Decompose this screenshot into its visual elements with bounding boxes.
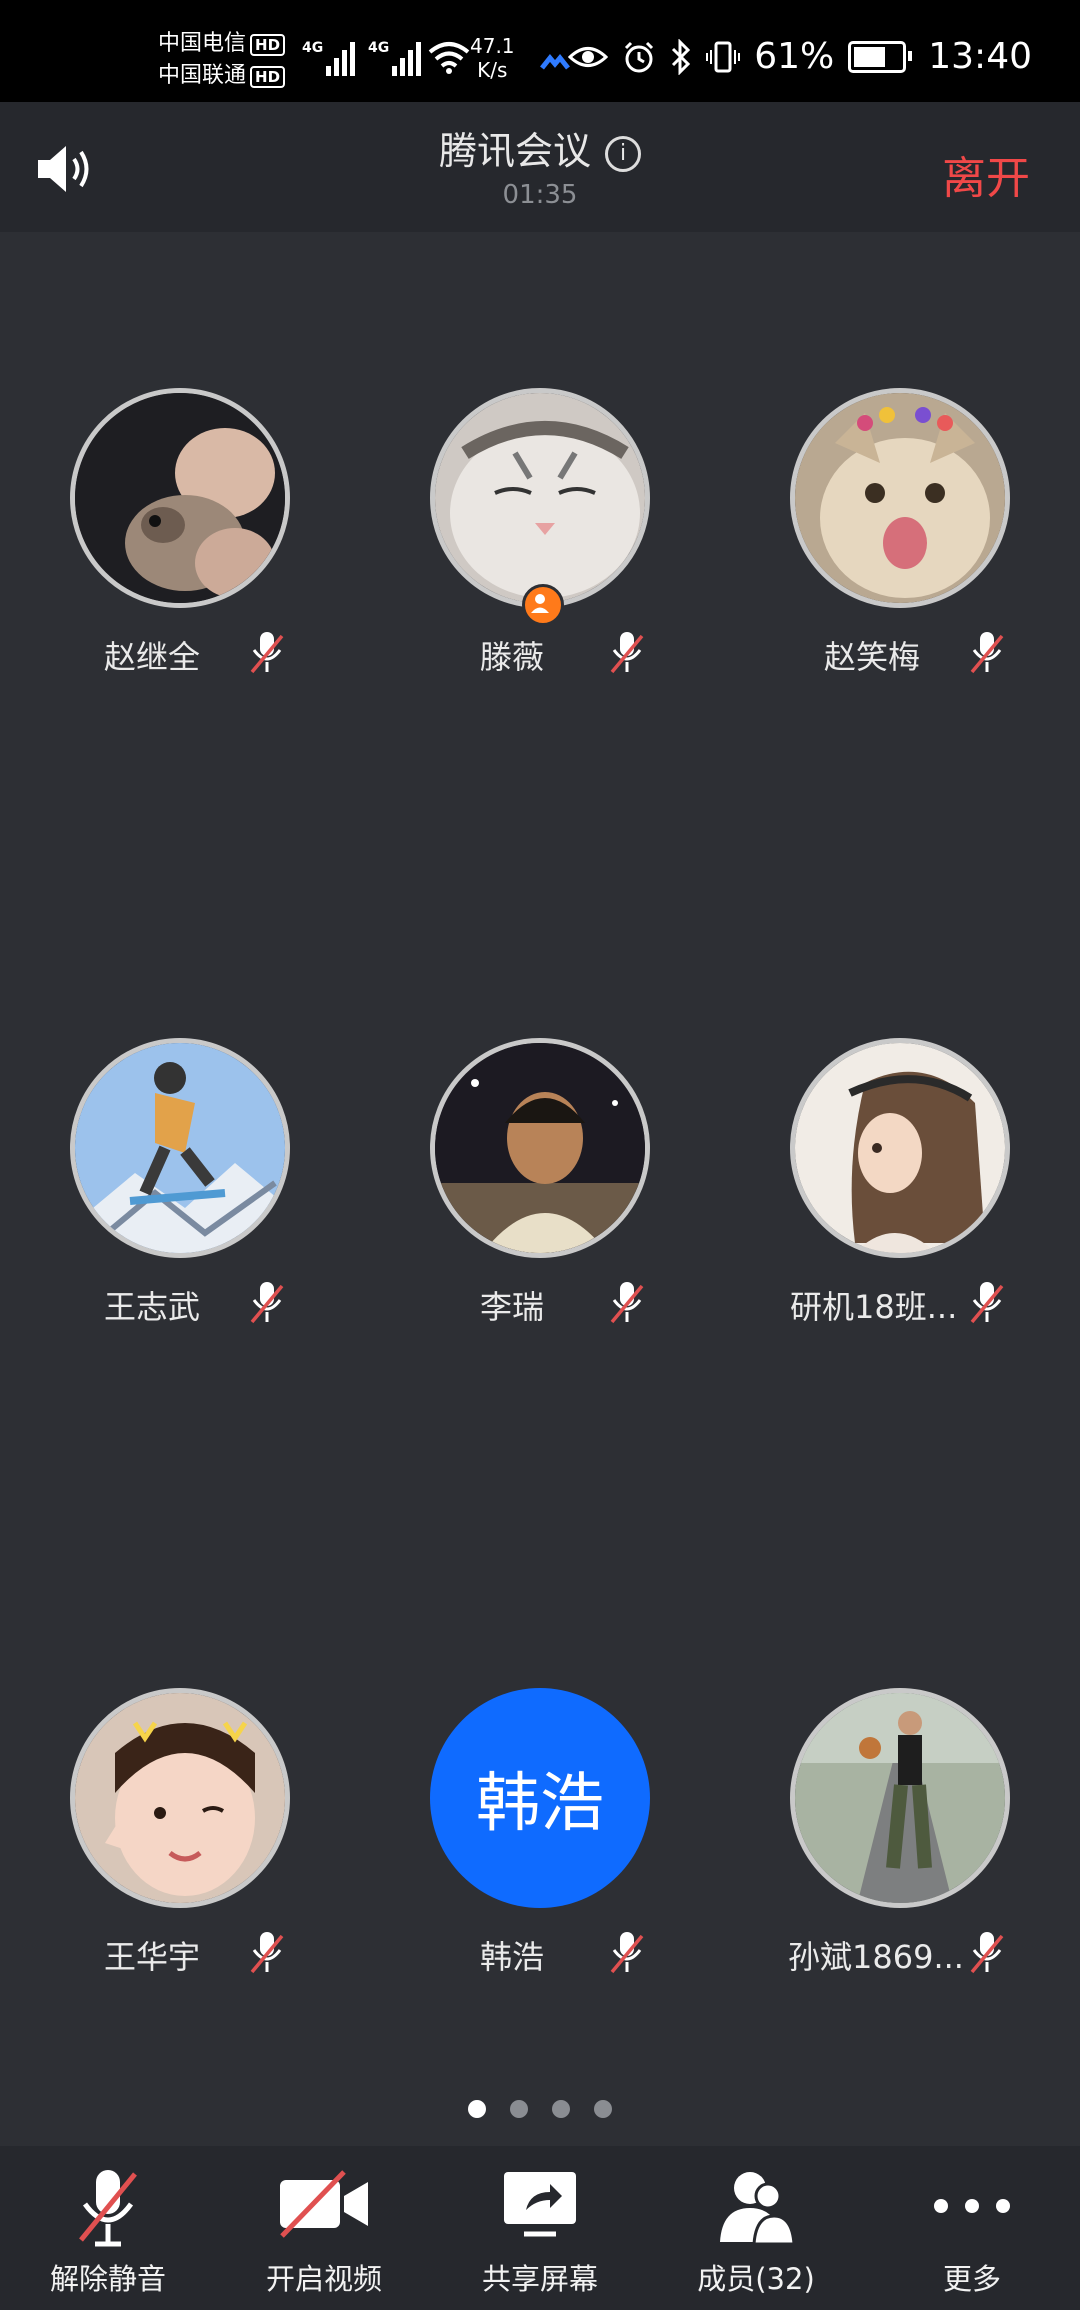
participant-name: 孙斌1869... — [788, 1938, 964, 1976]
participant-tile[interactable]: 王志武 — [0, 1030, 300, 1360]
page-dot[interactable] — [552, 2100, 570, 2118]
leave-button[interactable]: 离开 — [942, 142, 1030, 206]
avatar — [430, 388, 650, 608]
participant-tile[interactable]: 赵笑梅 — [720, 380, 1020, 710]
unmute-label: 解除静音 — [49, 2262, 166, 2296]
unmute-button[interactable]: 解除静音 — [0, 2146, 216, 2310]
participant-tile[interactable]: 李瑞 — [360, 1030, 660, 1360]
meeting-timer: 01:35 — [502, 180, 578, 210]
mic-muted-icon — [610, 632, 644, 674]
participant-name: 李瑞 — [480, 1288, 545, 1326]
mic-muted-icon — [250, 1932, 284, 1974]
mic-muted-icon — [79, 2170, 137, 2247]
network-speed: 47.1 K/s — [470, 34, 515, 82]
members-label: 成员(32) — [697, 2262, 815, 2296]
speed-unit: K/s — [477, 58, 508, 82]
mic-muted-icon — [610, 1932, 644, 1974]
meeting-header: 腾讯会议 i 01:35 离开 — [0, 102, 1080, 232]
signal-icon — [392, 36, 421, 76]
participant-tile[interactable]: 滕薇 — [360, 380, 660, 710]
page-dot-active[interactable] — [468, 2100, 486, 2118]
mic-muted-icon — [250, 632, 284, 674]
participant-tile[interactable]: 研机18班... — [720, 1030, 1020, 1360]
host-badge-icon — [522, 584, 564, 626]
status-right: 61% 13:40 — [568, 36, 1032, 77]
battery-icon — [848, 40, 913, 73]
start-video-label: 开启视频 — [265, 2262, 382, 2296]
clock: 13:40 — [928, 36, 1032, 77]
more-dots-icon — [934, 2199, 1010, 2213]
app-notification-icon — [540, 54, 570, 70]
carrier-1: 中国电信 — [158, 31, 247, 56]
meeting-title[interactable]: 腾讯会议 i — [0, 120, 1080, 175]
members-button[interactable]: 成员(32) — [648, 2146, 864, 2310]
participant-tile[interactable]: 韩浩 韩浩 — [360, 1680, 660, 2010]
mic-muted-icon — [610, 1282, 644, 1324]
bottom-toolbar: 解除静音 开启视频 共享屏幕 成员(32) 更多 — [0, 2146, 1080, 2310]
avatar — [790, 388, 1010, 608]
participant-name: 王志武 — [104, 1288, 201, 1326]
net-type-label: 4G — [368, 40, 390, 56]
mic-muted-icon — [250, 1282, 284, 1324]
wifi-icon — [428, 42, 470, 74]
participant-name: 韩浩 — [480, 1938, 545, 1976]
page-dot[interactable] — [594, 2100, 612, 2118]
net-type-label: 4G — [302, 40, 324, 56]
participant-name: 赵笑梅 — [824, 638, 921, 676]
video-off-icon — [280, 2170, 368, 2238]
hd-badge: HD — [250, 34, 286, 56]
share-screen-button[interactable]: 共享屏幕 — [432, 2146, 648, 2310]
bluetooth-icon — [672, 38, 691, 75]
mic-muted-icon — [970, 1282, 1004, 1324]
start-video-button[interactable]: 开启视频 — [216, 2146, 432, 2310]
participant-tile[interactable]: 王华宇 — [0, 1680, 300, 2010]
alarm-icon — [625, 41, 654, 72]
participant-name: 赵继全 — [104, 638, 201, 676]
info-icon[interactable]: i — [605, 136, 641, 172]
hd-badge: HD — [250, 66, 286, 88]
more-button[interactable]: 更多 — [864, 2146, 1080, 2310]
avatar — [790, 1688, 1010, 1908]
meeting-title-text: 腾讯会议 — [438, 129, 591, 173]
participant-tile[interactable]: 孙斌1869... — [720, 1680, 1020, 2010]
participant-name: 研机18班... — [790, 1288, 958, 1326]
carrier-info: 中国电信 HD 中国联通 HD — [158, 28, 286, 92]
page-dot[interactable] — [510, 2100, 528, 2118]
avatar — [430, 1038, 650, 1258]
more-label: 更多 — [942, 2262, 1001, 2296]
signal-icon — [326, 36, 355, 76]
speed-value: 47.1 — [470, 34, 515, 58]
avatar — [70, 1688, 290, 1908]
share-screen-label: 共享屏幕 — [481, 2262, 598, 2296]
status-bar: 中国电信 HD 中国联通 HD 4G 4G 47.1 K/s 61% 13:40 — [0, 0, 1080, 102]
vibrate-icon — [706, 41, 741, 72]
eye-icon — [568, 46, 609, 67]
participant-tile[interactable]: 赵继全 — [0, 380, 300, 710]
avatar — [70, 388, 290, 608]
mic-muted-icon — [970, 1932, 1004, 1974]
mic-muted-icon — [970, 632, 1004, 674]
avatar — [70, 1038, 290, 1258]
participant-name: 滕薇 — [480, 638, 545, 676]
page-indicator[interactable] — [0, 2100, 1080, 2118]
battery-percent: 61% — [754, 36, 835, 77]
carrier-2: 中国联通 — [158, 63, 247, 88]
avatar — [790, 1038, 1010, 1258]
share-screen-icon — [504, 2172, 576, 2237]
members-icon — [720, 2172, 796, 2246]
participant-name: 王华宇 — [104, 1938, 201, 1976]
avatar-initials: 韩浩 — [430, 1688, 650, 1908]
